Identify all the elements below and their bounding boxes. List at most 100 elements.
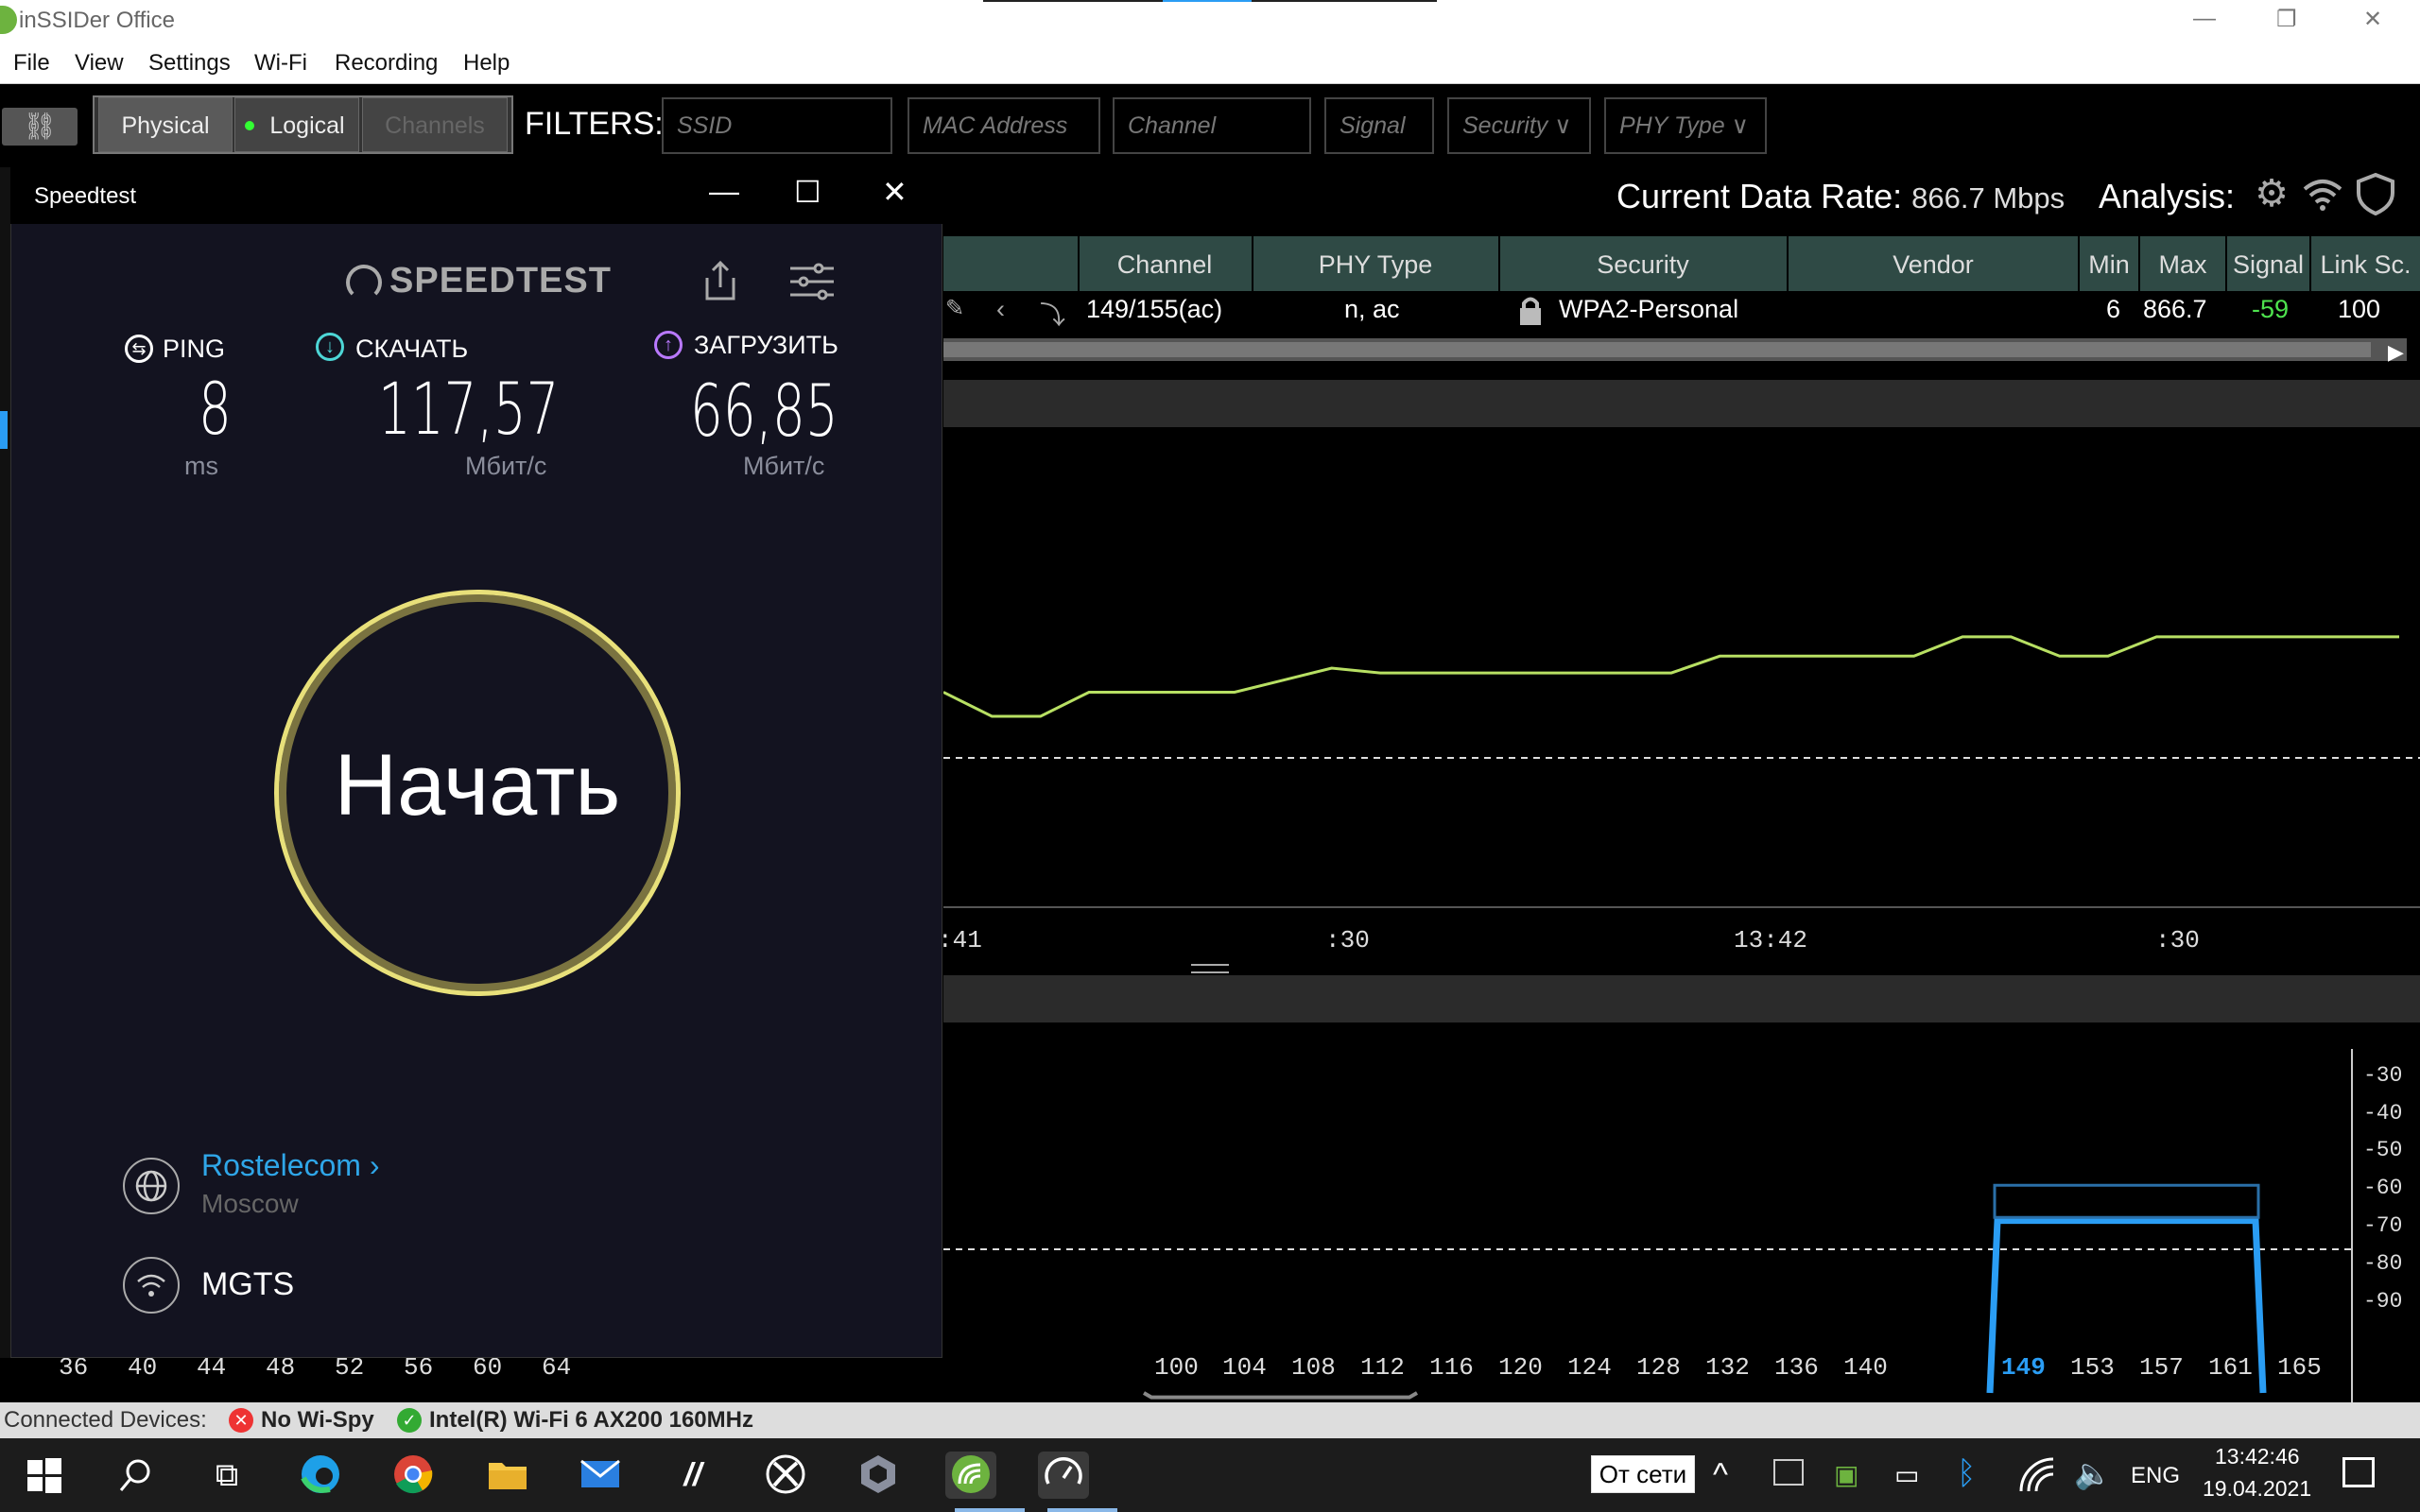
y-tick: -80 (2363, 1251, 2403, 1276)
speedtest-brand: SPEEDTEST (389, 261, 612, 301)
wifi-icon[interactable] (2301, 172, 2344, 215)
filter-channel[interactable]: Channel (1113, 97, 1311, 154)
menu-recording[interactable]: Recording (335, 50, 438, 77)
volume-icon[interactable]: 🔈 (2074, 1455, 2112, 1491)
filter-signal[interactable]: Signal (1324, 97, 1434, 154)
y-tick: -60 (2363, 1176, 2403, 1200)
battery-icon[interactable]: ▭ (1894, 1459, 1919, 1490)
taskbar (0, 1438, 2420, 1512)
edit-icon[interactable]: ✎ (945, 295, 964, 322)
task-view-icon[interactable]: ⧉ (201, 1452, 252, 1499)
filter-ssid[interactable]: SSID (662, 97, 892, 154)
horizontal-scrollbar[interactable] (943, 338, 2407, 361)
battery-tooltip: От сети (1591, 1455, 1695, 1493)
app-icon[interactable]: // (667, 1452, 718, 1499)
mail-icon[interactable] (575, 1452, 626, 1499)
menu-view[interactable]: View (75, 50, 124, 77)
notifications-icon[interactable] (2342, 1457, 2375, 1487)
channel-tick: 108 (1291, 1353, 1336, 1382)
col-min[interactable]: Min (2080, 250, 2138, 280)
row-min: 6 (2106, 295, 2121, 323)
inssider-taskbar-icon[interactable] (945, 1452, 996, 1499)
menu-settings[interactable]: Settings (148, 50, 231, 77)
clock-date[interactable]: 19.04.2021 (2203, 1476, 2311, 1502)
bluetooth-icon[interactable]: ᛒ (1957, 1455, 1976, 1492)
edge-icon[interactable] (295, 1452, 346, 1499)
tab-channels[interactable]: Channels (362, 97, 508, 152)
col-vendor[interactable]: Vendor (1789, 250, 2078, 280)
channel-tick: 120 (1498, 1353, 1543, 1382)
check-icon: ✓ (397, 1408, 422, 1433)
drag-indicator-accent (1163, 0, 1252, 2)
rate-label: Current Data Rate: (1616, 177, 1903, 215)
minimize-button[interactable]: — (2193, 6, 2216, 32)
share-icon[interactable] (701, 259, 739, 302)
clock-time[interactable]: 13:42:46 (2215, 1444, 2300, 1469)
active-app-indicator (955, 1508, 1025, 1512)
ping-value: 8 (199, 367, 232, 451)
gear-icon[interactable]: ⚙ (2250, 172, 2293, 215)
menu-help[interactable]: Help (463, 50, 510, 77)
download-label: СКАЧАТЬ (355, 335, 469, 363)
row-max: 866.7 (2143, 295, 2207, 323)
chevron-left-icon[interactable]: ‹ (996, 295, 1005, 324)
signal-series-line (942, 635, 2399, 718)
row-link-score: 100 (2338, 295, 2381, 323)
connected-devices-label: Connected Devices: (4, 1407, 207, 1433)
tab-logical[interactable]: Logical (234, 97, 359, 152)
provider-city: Moscow (201, 1189, 299, 1218)
menu-file[interactable]: File (13, 50, 50, 77)
filter-phy-type[interactable]: PHY Type ∨ (1604, 97, 1767, 154)
language-indicator[interactable]: ENG (2131, 1463, 2180, 1489)
windows-start-icon[interactable] (19, 1452, 70, 1499)
speedtest-maximize-button[interactable]: ☐ (794, 174, 821, 210)
network-channel-shape[interactable] (1142, 1391, 1419, 1400)
speedtest-close-button[interactable]: ✕ (882, 174, 908, 210)
col-link-score[interactable]: Link Sc. (2311, 250, 2420, 280)
provider-link[interactable]: Rostelecom › (201, 1148, 380, 1183)
link-icon[interactable]: ⛓ (2, 108, 78, 146)
menu-wifi[interactable]: Wi-Fi (254, 50, 307, 77)
scroll-right-icon[interactable]: ▶ (2388, 340, 2404, 365)
start-button[interactable]: Начать (274, 590, 681, 996)
close-button[interactable]: ✕ (2363, 6, 2382, 33)
network-channel-shape[interactable] (1993, 1183, 2260, 1219)
col-channel[interactable]: Channel (1078, 250, 1252, 280)
speedtest-taskbar-icon[interactable] (1038, 1452, 1089, 1499)
keyboard-icon[interactable] (1773, 1459, 1804, 1486)
logical-active-dot (245, 121, 254, 130)
restore-button[interactable]: ❐ (2276, 6, 2297, 33)
wifi-tray-icon[interactable] (2017, 1455, 2055, 1493)
scrollbar-thumb[interactable] (943, 342, 2371, 357)
settings-sliders-icon[interactable] (788, 263, 836, 301)
hex-app-icon[interactable] (853, 1452, 904, 1499)
channel-tick: 124 (1567, 1353, 1612, 1382)
channel-tick: 100 (1154, 1353, 1199, 1382)
search-icon[interactable] (110, 1452, 161, 1499)
network-name: MGTS (201, 1266, 295, 1302)
splitter-grip-icon[interactable] (1191, 964, 1229, 973)
chrome-icon[interactable] (388, 1452, 439, 1499)
network-monitor-icon[interactable]: ▣ (1834, 1459, 1858, 1490)
col-max[interactable]: Max (2140, 250, 2225, 280)
shield-icon[interactable] (2354, 172, 2397, 216)
file-explorer-icon[interactable] (482, 1452, 533, 1499)
download-icon: ↓ (316, 333, 344, 361)
start-button-label: Начать (334, 737, 621, 833)
analysis-label: Analysis: (2099, 177, 2236, 215)
time-graph-header (943, 380, 2420, 427)
col-security[interactable]: Security (1500, 250, 1786, 280)
upload-unit: Мбит/с (743, 452, 825, 480)
channel-tick: 161 (2208, 1353, 2253, 1382)
chevron-up-icon[interactable]: ^ (1713, 1457, 1728, 1494)
tab-physical[interactable]: Physical (98, 97, 233, 152)
xbox-icon[interactable] (760, 1452, 811, 1499)
speedtest-minimize-button[interactable]: — (709, 174, 739, 209)
filter-mac[interactable]: MAC Address (908, 97, 1100, 154)
channel-tick: 157 (2139, 1353, 2184, 1382)
col-phy-type[interactable]: PHY Type (1253, 250, 1497, 280)
tab-logical-label: Logical (269, 112, 345, 139)
col-signal[interactable]: Signal (2227, 250, 2309, 280)
filter-security[interactable]: Security ∨ (1447, 97, 1591, 154)
signal-time-graph (942, 427, 2420, 909)
